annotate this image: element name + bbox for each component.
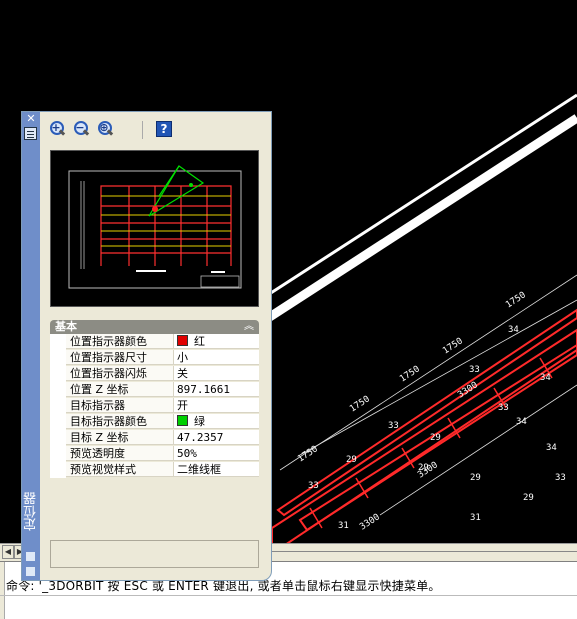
section-title: 基本 <box>55 320 77 333</box>
command-line-grip <box>0 562 5 619</box>
dim-label: 34 <box>546 443 557 453</box>
command-input-divider <box>0 595 577 596</box>
dim-label: 29 <box>418 463 429 473</box>
zoom-in-button[interactable]: + <box>48 120 66 138</box>
scroll-left-button[interactable]: ◀ <box>2 545 14 559</box>
zoom-out-button[interactable]: − <box>72 120 90 138</box>
property-name: 预览透明度 <box>66 446 174 461</box>
property-name: 位置指示器闪烁 <box>66 366 174 381</box>
property-row[interactable]: 目标 Z 坐标 47.2357 <box>50 430 259 446</box>
property-row[interactable]: 位置指示器颜色 红 <box>50 334 259 350</box>
target-indicator-marker[interactable] <box>189 183 193 187</box>
dim-label: 33 <box>388 421 399 431</box>
property-row[interactable]: 位置指示器闪烁 关 <box>50 366 259 382</box>
property-row[interactable]: 预览透明度 50% <box>50 446 259 462</box>
properties-icon[interactable] <box>24 127 37 140</box>
dim-label: 3300 <box>358 512 382 532</box>
dim-label: 31 <box>338 521 349 531</box>
property-value[interactable]: 开 <box>174 398 259 413</box>
section-header-basic[interactable]: 基本 ︽ <box>50 320 259 334</box>
boundary-line-thick <box>259 114 577 326</box>
property-row[interactable]: 位置指示器尺寸 小 <box>50 350 259 366</box>
palette-titlebar[interactable]: ✕ 定位器 <box>22 112 40 580</box>
property-name: 位置指示器尺寸 <box>66 350 174 365</box>
red-beam-structure <box>271 308 577 545</box>
close-icon[interactable]: ✕ <box>25 113 37 125</box>
dim-label: 33 <box>498 403 509 413</box>
description-panel <box>50 540 259 568</box>
red-swatch-icon <box>177 335 188 346</box>
position-indicator-marker[interactable] <box>152 206 158 212</box>
dim-label: 34 <box>508 325 519 335</box>
dim-label: 1750 <box>504 290 528 310</box>
property-value[interactable]: 小 <box>174 350 259 365</box>
dim-label: 33 <box>308 481 319 491</box>
property-value[interactable]: 关 <box>174 366 259 381</box>
properties-grid: 位置指示器颜色 红 位置指示器尺寸 小 位置指示器闪烁 关 位置 Z 坐标 89… <box>50 334 259 478</box>
help-icon: ? <box>160 122 168 136</box>
dim-label: 29 <box>430 433 441 443</box>
preview-drawing <box>68 165 242 289</box>
dim-label: 33 <box>469 365 480 375</box>
palette-title: 定位器 <box>24 492 39 531</box>
property-value[interactable]: 绿 <box>174 414 259 429</box>
property-name: 目标 Z 坐标 <box>66 430 174 445</box>
property-value[interactable]: 红 <box>174 334 259 349</box>
dim-label: 29 <box>523 493 534 503</box>
property-value[interactable]: 897.1661 <box>174 382 259 397</box>
property-value[interactable]: 二维线框 <box>174 462 259 477</box>
dim-label: 34 <box>540 373 551 383</box>
dim-label: 29 <box>470 473 481 483</box>
property-value[interactable]: 47.2357 <box>174 430 259 445</box>
dim-label: 1750 <box>296 444 320 464</box>
property-name: 位置 Z 坐标 <box>66 382 174 397</box>
property-row[interactable]: 目标指示器颜色 绿 <box>50 414 259 430</box>
help-button[interactable]: ? <box>156 121 172 137</box>
dim-label: 31 <box>470 513 481 523</box>
locator-palette: ✕ 定位器 + − ⊕ ? 基本 ︽ 位置指示器颜色 红 位置指示器尺寸 小 位… <box>21 111 272 581</box>
locator-preview[interactable] <box>50 150 259 307</box>
dim-label: 29 <box>346 455 357 465</box>
dim-label: 1750 <box>398 364 422 384</box>
dim-label: 3300 <box>456 380 480 400</box>
toolbar-separator <box>142 121 143 139</box>
boundary-line <box>259 93 577 302</box>
collapse-icon[interactable]: ︽ <box>244 320 254 334</box>
property-row[interactable]: 位置 Z 坐标 897.1661 <box>50 382 259 398</box>
property-name: 目标指示器颜色 <box>66 414 174 429</box>
property-name: 目标指示器 <box>66 398 174 413</box>
zoom-extents-button[interactable]: ⊕ <box>96 120 114 138</box>
auto-hide-icon[interactable] <box>26 552 35 561</box>
property-name: 预览视觉样式 <box>66 462 174 477</box>
property-name: 位置指示器颜色 <box>66 334 174 349</box>
property-value[interactable]: 50% <box>174 446 259 461</box>
property-row[interactable]: 预览视觉样式 二维线框 <box>50 462 259 478</box>
dim-label: 1750 <box>348 394 372 414</box>
dim-label: 34 <box>516 417 527 427</box>
dim-label: 33 <box>555 473 566 483</box>
green-swatch-icon <box>177 415 188 426</box>
dim-label: 1750 <box>441 336 465 356</box>
property-row[interactable]: 目标指示器 开 <box>50 398 259 414</box>
palette-menu-icon[interactable] <box>26 567 35 576</box>
